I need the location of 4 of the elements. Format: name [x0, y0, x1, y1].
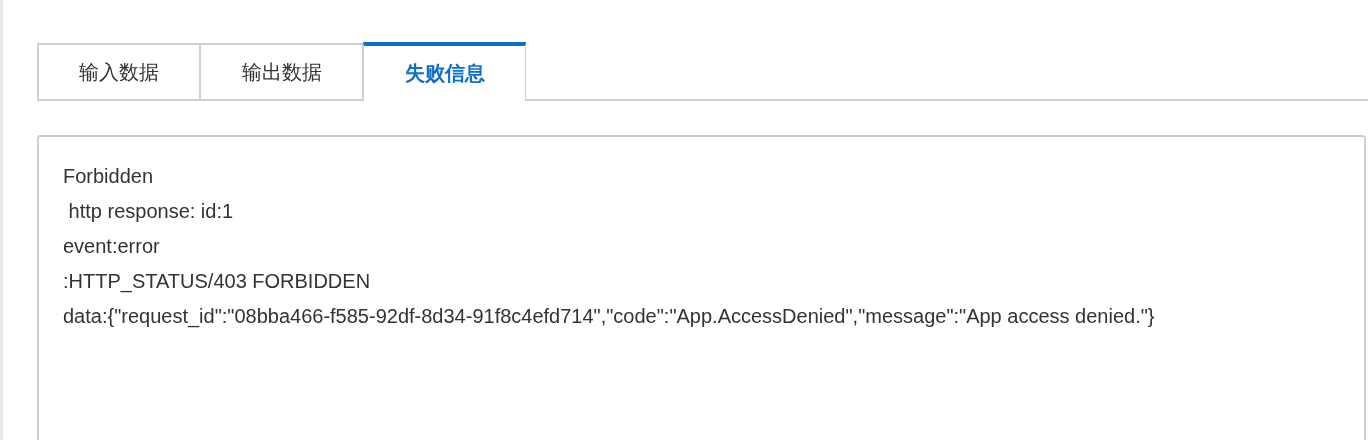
tab[interactable]: 失败信息	[363, 42, 526, 101]
message-textarea[interactable]: Forbidden http response: id:1 event:error :HTTP_STATUS/403 FORBIDDEN data:{"request_id":"08bba466-f585-92df-8d34-91f8c4efd714","code":"App.AccessDenied","message":"App access denied."}	[37, 135, 1366, 440]
tab[interactable]: 输出数据	[200, 43, 363, 101]
tab[interactable]: 输入数据	[37, 43, 200, 101]
